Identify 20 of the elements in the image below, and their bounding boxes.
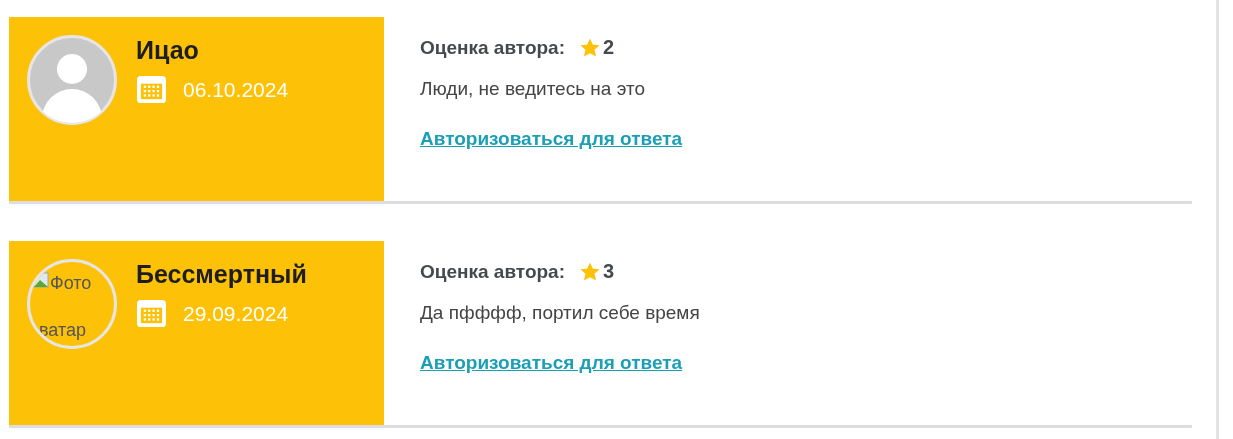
avatar-alt-text: ватар <box>39 320 87 341</box>
avatar-alt-text: Фото <box>50 273 92 294</box>
review-text: Да пфффф, портил себе время <box>420 302 700 324</box>
broken-image-icon <box>33 272 49 288</box>
calendar-icon <box>136 299 167 328</box>
review-text: Люди, не ведитесь на это <box>420 78 646 100</box>
rating-label: Оценка автора: <box>420 260 565 283</box>
author-name: Ицао <box>136 36 200 65</box>
calendar-icon <box>136 75 167 104</box>
author-name: Бессмертный <box>136 260 307 289</box>
review-date: 06.10.2024 <box>183 77 289 102</box>
avatar-icon <box>27 35 117 125</box>
rating-value: 3 <box>603 260 615 283</box>
rating-value: 2 <box>603 36 615 59</box>
login-to-reply-link[interactable]: Авторизоваться для ответа <box>420 128 683 150</box>
star-icon <box>579 36 601 59</box>
login-to-reply-link[interactable]: Авторизоваться для ответа <box>420 352 683 374</box>
rating-label: Оценка автора: <box>420 36 565 59</box>
star-icon <box>579 260 601 283</box>
review-date: 29.09.2024 <box>183 301 289 326</box>
